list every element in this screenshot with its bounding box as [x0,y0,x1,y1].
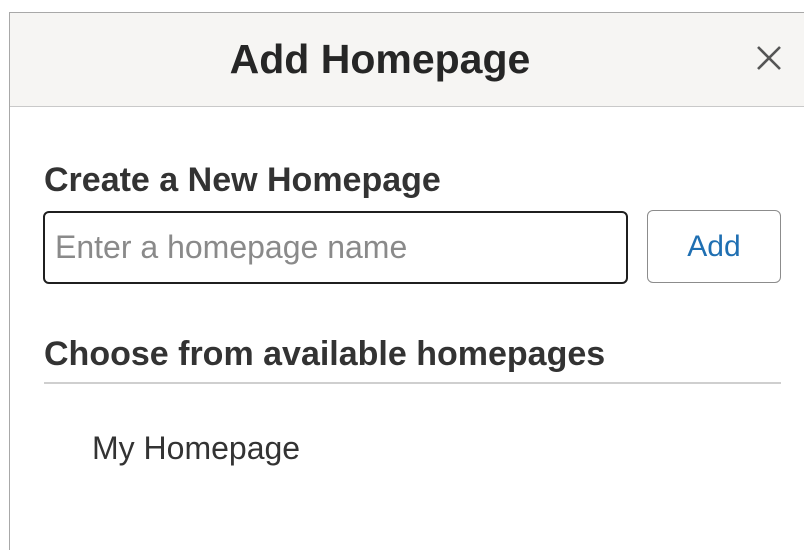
close-icon [757,46,781,70]
section-divider [44,382,781,384]
homepage-name-input[interactable] [43,211,628,284]
close-button[interactable] [754,41,784,75]
create-homepage-heading: Create a New Homepage [44,161,441,199]
homepage-list-item[interactable]: My Homepage [44,413,781,483]
available-homepages-list: My Homepage [44,413,781,483]
add-homepage-dialog: Add Homepage Create a New Homepage Add C… [9,12,804,550]
dialog-header: Add Homepage [10,13,804,107]
dialog-title: Add Homepage [229,36,531,82]
choose-homepage-heading: Choose from available homepages [44,335,606,373]
add-button[interactable]: Add [647,210,781,283]
